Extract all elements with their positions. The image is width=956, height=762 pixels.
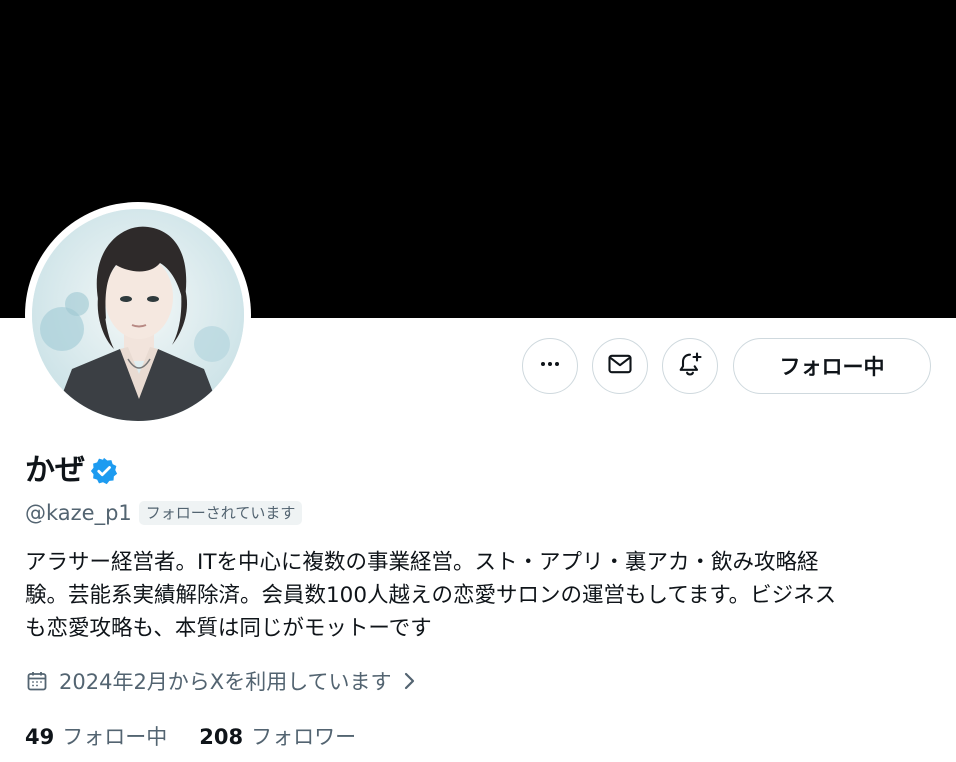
follow-stats: 49 フォロー中 208 フォロワー xyxy=(25,722,356,752)
user-handle: @kaze_p1 xyxy=(25,501,132,525)
following-label: フォロー中 xyxy=(62,725,168,749)
followers-label: フォロワー xyxy=(251,725,357,749)
profile-page: フォロー中 かぜ @kaze_p1 フォローされています アラサー経営者。ITを… xyxy=(0,0,956,762)
profile-bio: アラサー経営者。ITを中心に複数の事業経営。スト・アプリ・裏アカ・飲み攻略経 験… xyxy=(25,550,837,641)
following-count-link[interactable]: 49 フォロー中 xyxy=(25,722,167,752)
bell-plus-icon xyxy=(676,350,704,382)
joined-date-text: 2024年2月からXを利用しています xyxy=(59,670,392,694)
mail-icon xyxy=(606,350,634,382)
joined-date-link[interactable]: 2024年2月からXを利用しています xyxy=(25,666,418,696)
avatar[interactable] xyxy=(25,202,251,428)
verified-badge-icon[interactable] xyxy=(89,456,119,486)
message-button[interactable] xyxy=(592,338,648,394)
avatar-illustration xyxy=(32,209,244,421)
more-button[interactable] xyxy=(522,338,578,394)
name-row: かぜ xyxy=(25,450,119,492)
display-name: かぜ xyxy=(25,453,85,488)
calendar-icon xyxy=(25,669,49,693)
handle-row: @kaze_p1 フォローされています xyxy=(25,498,303,528)
chevron-right-icon xyxy=(400,670,418,692)
following-count: 49 xyxy=(25,725,55,749)
following-button[interactable]: フォロー中 xyxy=(733,338,931,394)
followers-count: 208 xyxy=(199,725,244,749)
followers-count-link[interactable]: 208 フォロワー xyxy=(199,722,356,752)
follows-you-badge: フォローされています xyxy=(138,501,303,525)
notify-button[interactable] xyxy=(662,338,718,394)
more-icon xyxy=(538,352,562,380)
